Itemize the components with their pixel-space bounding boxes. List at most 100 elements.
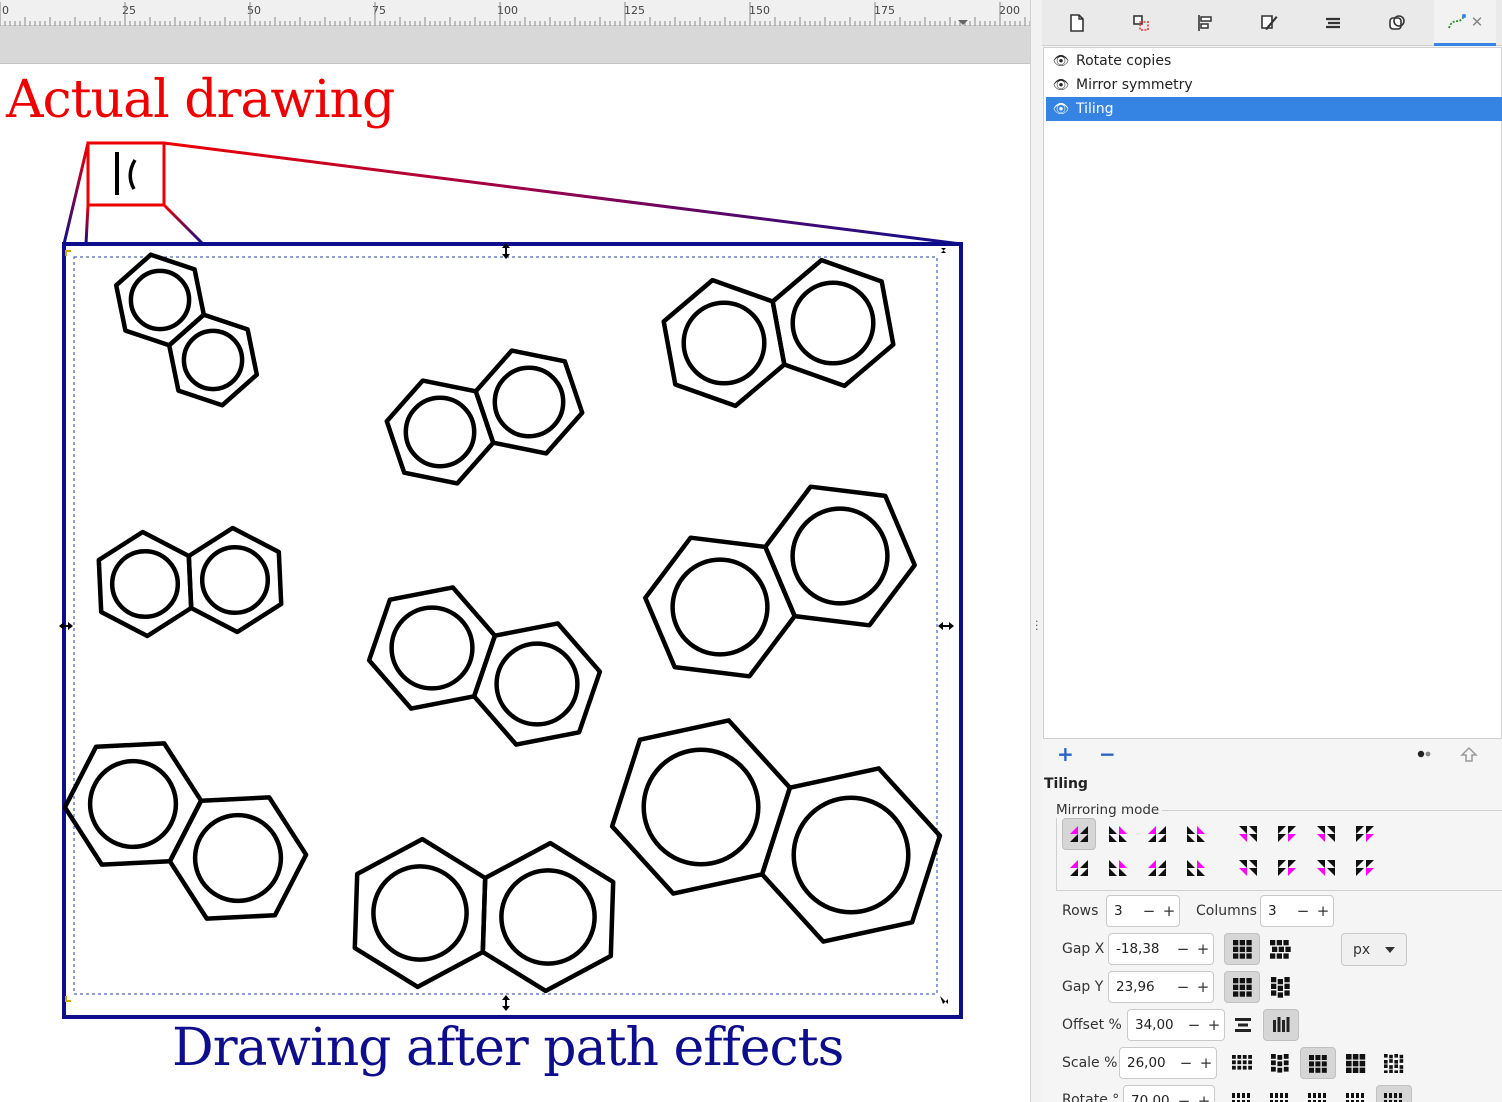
scale-handle-corner[interactable] (65, 250, 71, 256)
align-distribute-icon[interactable] (1173, 0, 1237, 46)
increment-button[interactable]: + (1194, 1092, 1214, 1102)
gap-x-mode-grid-button[interactable] (1224, 933, 1260, 965)
aromatic-circle[interactable] (403, 395, 477, 469)
canvas-area[interactable]: 0 25 50 75 100 125 150 175 200 Actual dr… (0, 0, 1030, 1102)
mirror-mode-option[interactable] (1309, 818, 1343, 850)
aromatic-circle[interactable] (790, 280, 876, 366)
gap-x-spinbox[interactable]: -18,38 − + (1108, 933, 1214, 965)
mirror-mode-option[interactable] (1309, 852, 1343, 884)
mirror-mode-option[interactable] (1270, 818, 1304, 850)
rotate-pattern-button[interactable] (1338, 1085, 1374, 1102)
decrement-button[interactable]: − (1173, 978, 1193, 996)
aromatic-circle[interactable] (791, 795, 911, 915)
aromatic-circle[interactable] (192, 812, 284, 904)
path-effects-icon[interactable]: ✕ (1434, 0, 1496, 46)
increment-button[interactable]: + (1204, 1016, 1224, 1034)
remove-effect-button[interactable]: − (1099, 742, 1116, 766)
list-item[interactable]: 👁 Rotate copies (1046, 49, 1502, 73)
rows-spinbox[interactable]: 3 − + (1106, 895, 1180, 927)
rotate-pattern-button[interactable] (1224, 1085, 1260, 1102)
object-transform-icon[interactable] (1109, 0, 1173, 46)
aromatic-circle[interactable] (389, 605, 475, 691)
tiled-molecules[interactable] (62, 252, 943, 994)
aromatic-circle[interactable] (492, 365, 566, 439)
visibility-toggle-icon[interactable] (1416, 746, 1434, 765)
rotate-value[interactable]: 70,00 (1124, 1093, 1174, 1102)
mirror-mode-option[interactable] (1231, 818, 1265, 850)
list-item[interactable]: 👁 Mirror symmetry (1046, 73, 1502, 97)
unit-dropdown[interactable]: px (1341, 933, 1407, 966)
increment-button[interactable]: + (1159, 902, 1179, 920)
scale-handle-right[interactable] (938, 622, 954, 630)
offset-rows-button[interactable] (1225, 1009, 1261, 1041)
scale-pattern-button[interactable] (1262, 1047, 1298, 1079)
scale-pattern-button[interactable] (1338, 1047, 1374, 1079)
mirror-mode-option[interactable] (1140, 818, 1174, 850)
hexagon-ring[interactable] (759, 766, 943, 944)
add-effect-button[interactable]: + (1057, 742, 1074, 766)
fill-stroke-icon[interactable] (1237, 0, 1301, 46)
mirror-mode-option[interactable] (1062, 852, 1096, 884)
mirror-mode-option[interactable] (1062, 818, 1096, 850)
mirror-mode-option[interactable] (1101, 852, 1135, 884)
scale-pattern-button[interactable] (1300, 1047, 1336, 1079)
list-item[interactable]: 👁 Tiling (1046, 97, 1502, 121)
decrement-button[interactable]: − (1293, 902, 1313, 920)
decrement-button[interactable]: − (1176, 1054, 1196, 1072)
scale-handle-corner[interactable] (938, 248, 946, 256)
clip-icon[interactable] (1365, 0, 1429, 46)
increment-button[interactable]: + (1193, 978, 1213, 996)
layers-icon[interactable] (1301, 0, 1365, 46)
gap-x-mode-offset-button[interactable] (1262, 933, 1298, 965)
mirror-mode-option[interactable] (1101, 818, 1135, 850)
gap-y-mode-offset-button[interactable] (1262, 971, 1298, 1003)
offset-columns-button[interactable] (1263, 1009, 1299, 1041)
gap-y-value[interactable]: 23,96 (1109, 979, 1173, 995)
aromatic-circle[interactable] (681, 300, 767, 386)
rotate-pattern-button[interactable] (1376, 1085, 1412, 1102)
aromatic-circle[interactable] (109, 548, 181, 620)
mirror-mode-option[interactable] (1231, 852, 1265, 884)
decrement-button[interactable]: − (1139, 902, 1159, 920)
move-up-icon[interactable] (1460, 746, 1478, 768)
decrement-button[interactable]: − (1184, 1016, 1204, 1034)
mirror-mode-option[interactable] (1270, 852, 1304, 884)
aromatic-circle[interactable] (641, 747, 761, 867)
effects-list[interactable]: 👁 Rotate copies 👁 Mirror symmetry 👁 Tili… (1043, 47, 1502, 739)
scale-handle-bottom[interactable] (502, 995, 510, 1011)
decrement-button[interactable]: − (1173, 940, 1193, 958)
visibility-eye-icon[interactable]: 👁 (1046, 102, 1076, 117)
visibility-eye-icon[interactable]: 👁 (1046, 54, 1076, 69)
increment-button[interactable]: + (1196, 1054, 1216, 1072)
aromatic-circle[interactable] (87, 758, 179, 850)
aromatic-circle[interactable] (199, 544, 271, 616)
gap-y-mode-grid-button[interactable] (1224, 971, 1260, 1003)
scale-handle-corner[interactable] (940, 996, 948, 1004)
visibility-eye-icon[interactable]: 👁 (1046, 78, 1076, 93)
increment-button[interactable]: + (1313, 902, 1333, 920)
aromatic-circle[interactable] (128, 268, 192, 332)
columns-value[interactable]: 3 (1261, 903, 1293, 919)
aromatic-circle[interactable] (670, 557, 770, 657)
mirror-mode-option[interactable] (1348, 852, 1382, 884)
rotate-pattern-button[interactable] (1300, 1085, 1336, 1102)
close-icon[interactable]: ✕ (1471, 13, 1484, 31)
rotate-pattern-button[interactable] (1262, 1085, 1298, 1102)
offset-value[interactable]: 34,00 (1128, 1017, 1184, 1033)
mirror-mode-option[interactable] (1348, 818, 1382, 850)
scale-pattern-button[interactable] (1376, 1047, 1412, 1079)
gap-y-spinbox[interactable]: 23,96 − + (1108, 971, 1214, 1003)
mirror-mode-option[interactable] (1140, 852, 1174, 884)
original-drawing-box[interactable] (86, 141, 166, 207)
panel-divider[interactable] (1030, 0, 1042, 1102)
decrement-button[interactable]: − (1174, 1092, 1194, 1102)
scale-value[interactable]: 26,00 (1120, 1055, 1176, 1071)
scale-handle-corner[interactable] (65, 996, 71, 1002)
mirror-mode-option[interactable] (1179, 852, 1213, 884)
scale-spinbox[interactable]: 26,00 − + (1119, 1047, 1217, 1079)
aromatic-circle[interactable] (181, 328, 245, 392)
gap-x-value[interactable]: -18,38 (1109, 941, 1173, 957)
rows-value[interactable]: 3 (1107, 903, 1139, 919)
mirror-mode-option[interactable] (1179, 818, 1213, 850)
offset-spinbox[interactable]: 34,00 − + (1127, 1009, 1225, 1041)
